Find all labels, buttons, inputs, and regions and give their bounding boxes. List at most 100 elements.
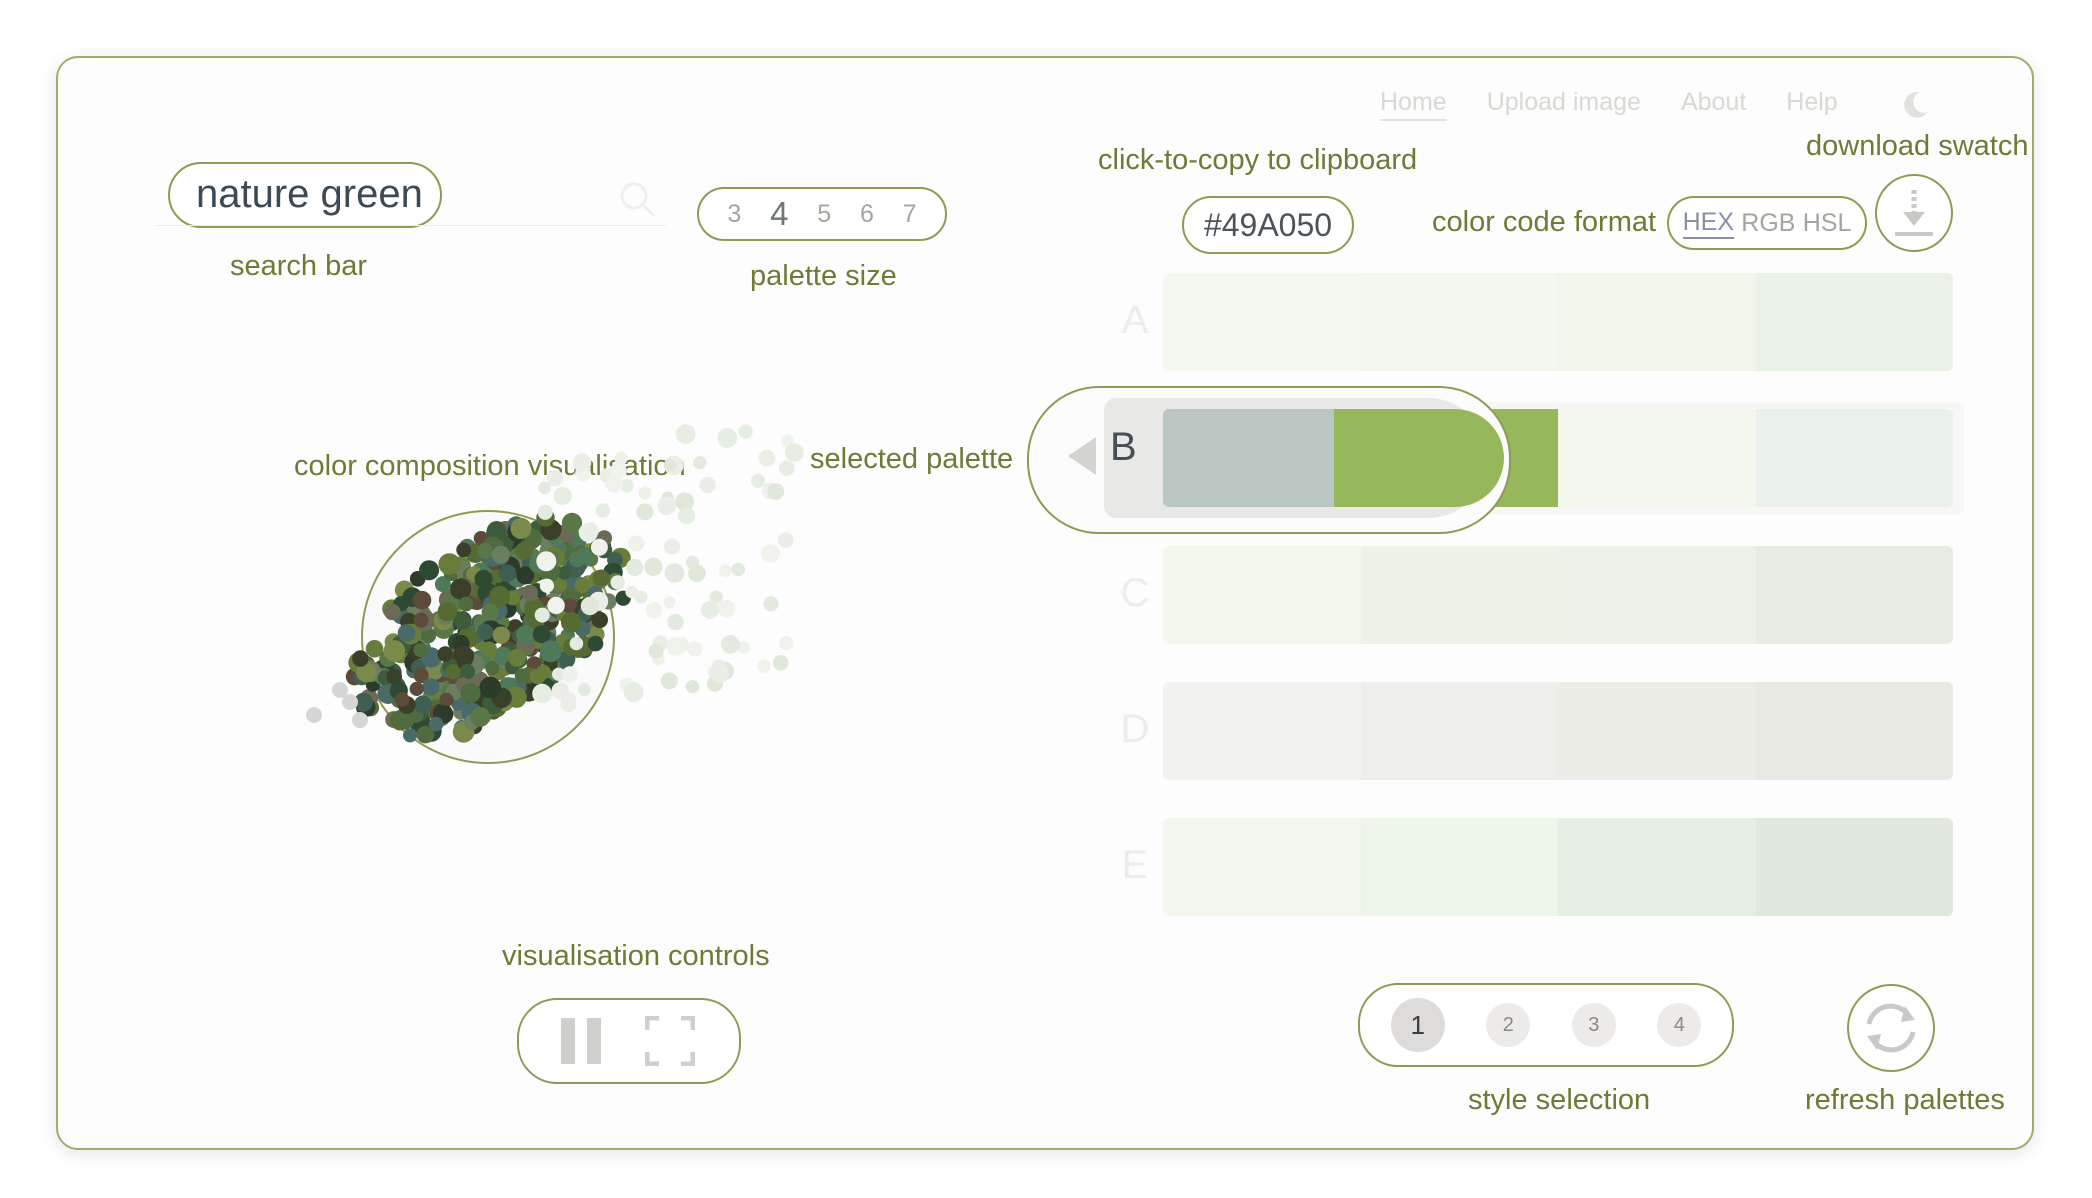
search-bar-annotation: search bar (230, 250, 368, 282)
viz-dot (332, 682, 348, 698)
viz-dot (383, 640, 406, 662)
format-hex[interactable]: HEX (1682, 208, 1735, 239)
swatch[interactable] (1558, 546, 1756, 644)
viz-dot (610, 575, 625, 590)
viz-dot (569, 636, 584, 651)
format-rgb[interactable]: RGB (1741, 209, 1795, 238)
download-button[interactable] (1875, 174, 1953, 252)
viz-dot (515, 542, 533, 560)
viz-dot (413, 643, 428, 658)
viz-dot (510, 517, 532, 539)
viz-dot (445, 664, 461, 680)
search-icon[interactable] (618, 180, 658, 220)
palette-row-d[interactable] (1163, 682, 1953, 780)
viz-dot (409, 681, 424, 696)
style-option-2[interactable]: 2 (1486, 1003, 1531, 1047)
swatch[interactable] (1163, 546, 1361, 644)
viz-dot (547, 469, 564, 487)
nav-help[interactable]: Help (1786, 88, 1837, 121)
swatch[interactable] (1360, 546, 1558, 644)
viz-dot (685, 555, 700, 569)
viz-dot (614, 451, 628, 465)
search-input[interactable]: nature green (168, 162, 442, 228)
swatch[interactable] (1163, 273, 1361, 371)
size-option-7[interactable]: 7 (903, 200, 917, 229)
viz-dot (667, 613, 684, 631)
palette-label-c: C (1120, 571, 1150, 615)
viz-dot (587, 635, 604, 652)
nav-about[interactable]: About (1681, 88, 1746, 121)
palette-row-e[interactable] (1163, 818, 1953, 916)
viz-dot (779, 460, 795, 476)
swatch[interactable] (1360, 818, 1558, 916)
viz-dot (785, 443, 804, 462)
swatch[interactable] (1360, 273, 1558, 371)
swatch[interactable] (1360, 682, 1558, 780)
size-option-6[interactable]: 6 (860, 200, 874, 229)
color-composition-visualisation[interactable] (290, 390, 850, 790)
refresh-button[interactable] (1847, 984, 1935, 1072)
swatch[interactable] (1558, 682, 1756, 780)
swatch[interactable] (1558, 818, 1756, 916)
swatch[interactable] (1163, 682, 1361, 780)
swatch[interactable] (1755, 409, 1953, 507)
viz-dot (761, 544, 780, 563)
swatch[interactable] (1333, 409, 1504, 507)
viz-dot (677, 507, 696, 525)
viz-dot (664, 459, 677, 472)
viz-dot (384, 603, 401, 621)
fullscreen-icon[interactable] (645, 1016, 695, 1066)
viz-dot (645, 601, 663, 619)
viz-dot (574, 577, 591, 594)
viz-dot (738, 424, 753, 439)
size-option-3[interactable]: 3 (727, 200, 741, 229)
viz-dot (666, 637, 686, 656)
palette-row-c[interactable] (1163, 546, 1953, 644)
viz-dot (701, 600, 719, 619)
viz-dot (460, 682, 481, 704)
style-option-3[interactable]: 3 (1571, 1003, 1616, 1047)
viz-controls (517, 998, 741, 1084)
viz-dot (419, 560, 440, 581)
swatch[interactable] (1558, 273, 1756, 371)
viz-dot (536, 664, 551, 680)
viz-dot (717, 428, 738, 448)
viz-dot (648, 643, 664, 659)
copy-hex-button[interactable]: #49A050 (1182, 196, 1354, 254)
viz-dot (569, 550, 586, 568)
swatch[interactable] (1755, 682, 1953, 780)
viz-dot (422, 678, 440, 696)
swatch[interactable] (1755, 546, 1953, 644)
size-option-5[interactable]: 5 (817, 200, 831, 229)
viz-dot (663, 596, 676, 609)
size-option-4[interactable]: 4 (770, 195, 788, 233)
arrow-left-icon[interactable] (1068, 437, 1096, 475)
nav-upload-image[interactable]: Upload image (1487, 88, 1641, 121)
swatch[interactable] (1558, 409, 1756, 507)
viz-dot (416, 725, 435, 744)
swatch[interactable] (1755, 818, 1953, 916)
viz-dot (687, 641, 703, 657)
nav-home[interactable]: Home (1380, 88, 1447, 121)
viz-dot (561, 666, 579, 683)
swatch[interactable] (1163, 818, 1361, 916)
search-value: nature green (196, 172, 423, 216)
viz-dot (536, 551, 557, 572)
viz-dot (623, 682, 644, 703)
selected-palette-swatches[interactable] (1163, 409, 1504, 507)
viz-dot (758, 449, 776, 467)
viz-dot (413, 612, 429, 628)
style-option-1[interactable]: 1 (1390, 998, 1445, 1052)
moon-icon[interactable] (1898, 88, 1932, 122)
pause-icon[interactable] (559, 1016, 605, 1066)
palette-row-a[interactable] (1163, 273, 1953, 371)
viz-dot (491, 545, 510, 564)
style-option-4[interactable]: 4 (1657, 1003, 1702, 1047)
viz-dot (664, 563, 685, 583)
viz-dot (492, 626, 510, 644)
viz-dot (577, 682, 592, 696)
swatch[interactable] (1163, 409, 1334, 507)
viz-dot (685, 680, 700, 694)
format-hsl[interactable]: HSL (1803, 209, 1852, 238)
swatch[interactable] (1755, 273, 1953, 371)
